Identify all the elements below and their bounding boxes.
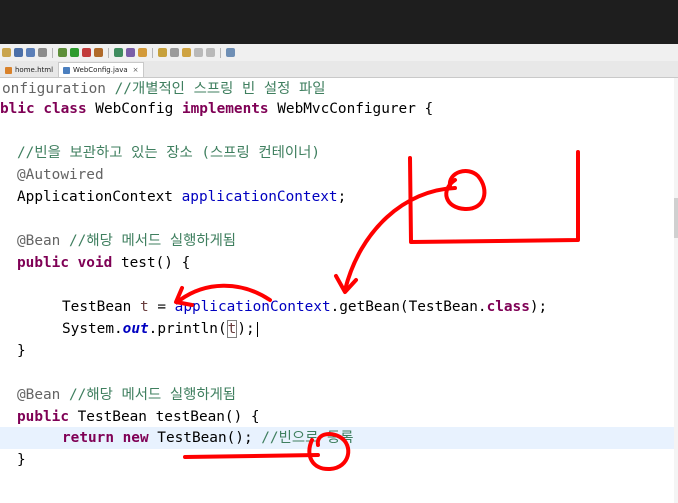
- pencil-icon[interactable]: [158, 48, 167, 57]
- tab-label: home.html: [15, 66, 54, 74]
- editor-scrollbar[interactable]: [674, 78, 678, 503]
- debug-icon[interactable]: [58, 48, 67, 57]
- code-line-8: TestBean t = applicationContext.getBean(…: [62, 299, 548, 315]
- run-icon[interactable]: [70, 48, 79, 57]
- new-class-icon[interactable]: [114, 48, 123, 57]
- scrollbar-thumb[interactable]: [674, 198, 678, 238]
- open-type-icon[interactable]: [126, 48, 135, 57]
- java-file-icon: [63, 66, 71, 74]
- code-line-12: public TestBean testBean() {: [17, 409, 260, 425]
- search-icon[interactable]: [138, 48, 147, 57]
- tab-home-html[interactable]: home.html: [0, 62, 58, 77]
- editor-tab-bar: home.html WebConfig.java ×: [0, 61, 678, 78]
- new-file-icon[interactable]: [2, 48, 11, 57]
- toolbar-separator: [220, 47, 221, 58]
- window-top-bar: [0, 0, 678, 44]
- back-icon[interactable]: [194, 48, 203, 57]
- code-editor[interactable]: onfiguration //개별적인 스프링 빈 설정 파일 blic cla…: [0, 78, 678, 503]
- html-file-icon: [5, 66, 12, 74]
- server-icon[interactable]: [94, 48, 103, 57]
- save-all-icon[interactable]: [26, 48, 35, 57]
- close-icon[interactable]: ×: [133, 66, 139, 74]
- perspective-icon[interactable]: [226, 48, 235, 57]
- code-line-6: @Bean //해당 메서드 실행하게됨: [17, 233, 237, 249]
- code-line-1: onfiguration //개별적인 스프링 빈 설정 파일: [2, 81, 326, 97]
- code-line-2: blic class WebConfig implements WebMvcCo…: [0, 101, 434, 117]
- toolbar: [0, 44, 678, 61]
- code-line-13: return new TestBean(); //빈으로 등록: [62, 430, 354, 446]
- code-line-4: @Autowired: [17, 167, 104, 183]
- save-icon[interactable]: [14, 48, 23, 57]
- code-line-9: System.out.println(t);: [62, 318, 258, 340]
- code-line-3: //빈을 보관하고 있는 장소 (스프링 컨테이너): [17, 145, 321, 161]
- code-line-10: }: [17, 343, 26, 359]
- forward-icon[interactable]: [206, 48, 215, 57]
- tab-webconfig-java[interactable]: WebConfig.java ×: [58, 62, 144, 77]
- tab-label: WebConfig.java: [73, 66, 128, 74]
- toolbar-separator: [152, 47, 153, 58]
- code-line-5: ApplicationContext applicationContext;: [17, 189, 347, 205]
- text-cursor: [256, 321, 258, 337]
- bookmark-icon[interactable]: [170, 48, 179, 57]
- code-line-11: @Bean //해당 메서드 실행하게됨: [17, 387, 237, 403]
- stop-icon[interactable]: [82, 48, 91, 57]
- code-line-7: public void test() {: [17, 255, 191, 271]
- next-annotation-icon[interactable]: [182, 48, 191, 57]
- toolbar-separator: [108, 47, 109, 58]
- code-line-14: }: [17, 452, 26, 468]
- toolbar-separator: [52, 47, 53, 58]
- trash-icon[interactable]: [38, 48, 47, 57]
